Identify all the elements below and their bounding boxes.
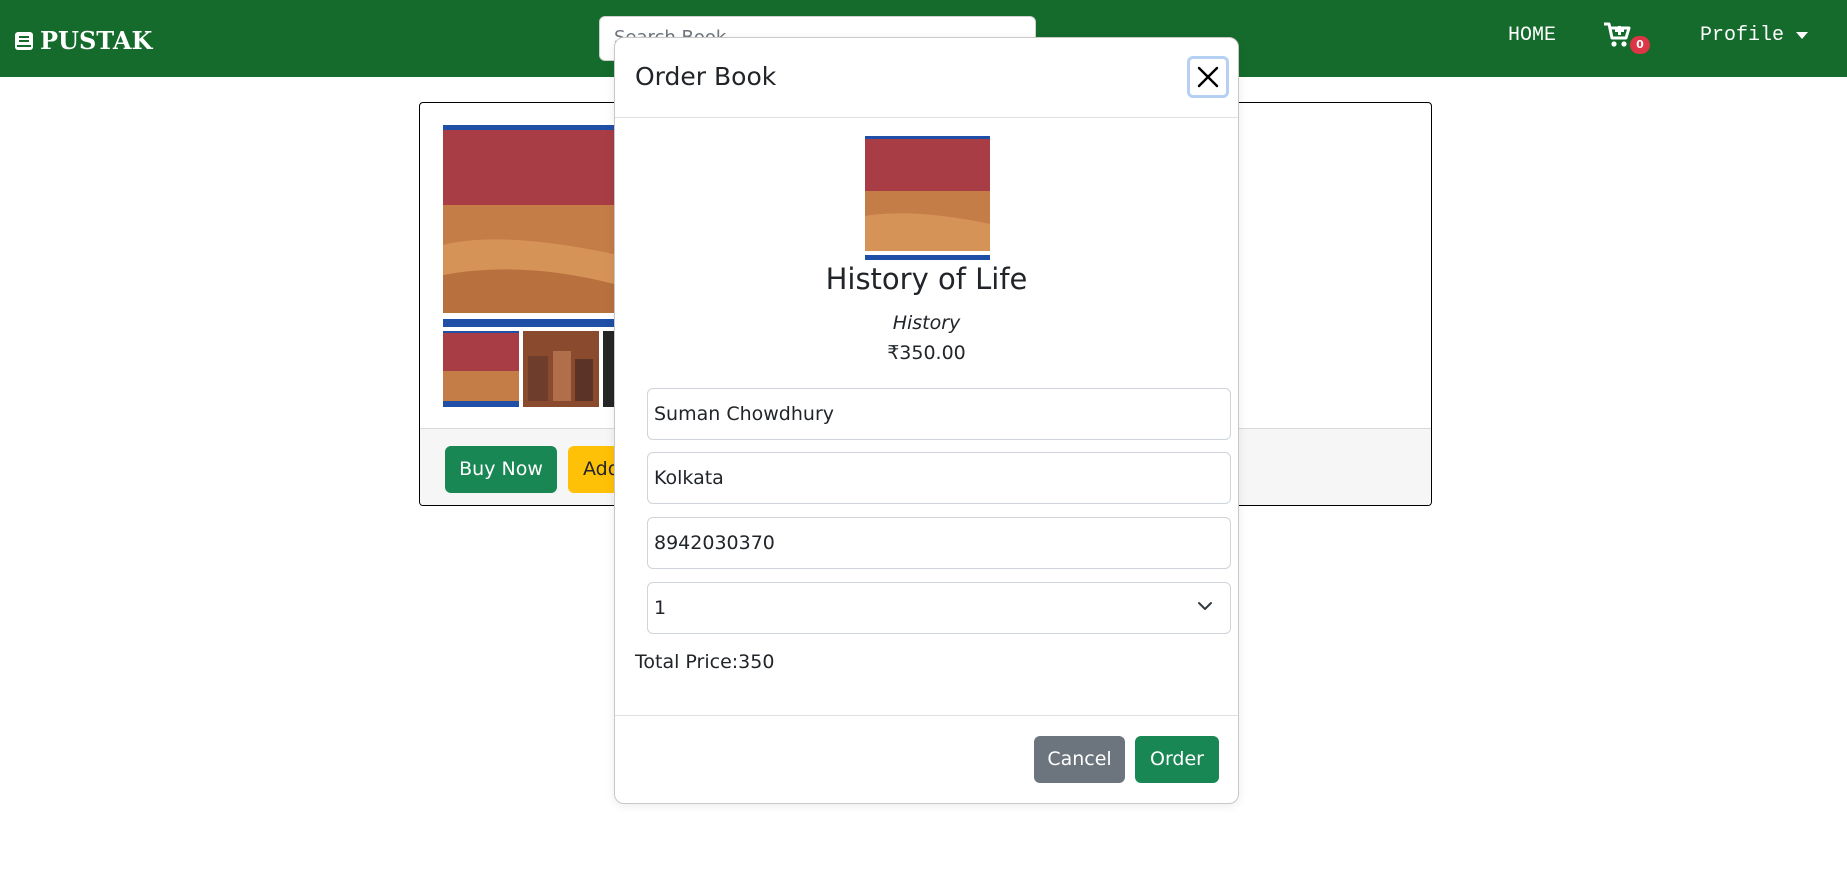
close-button[interactable] [1187,56,1229,98]
chevron-down-icon [1198,602,1212,610]
phone-input[interactable]: 8942030370 [647,517,1231,569]
total-price: Total Price:350 [635,651,775,673]
book-price: ₹350.00 [887,342,966,364]
cancel-button[interactable]: Cancel [1034,736,1125,783]
book-cover-image [865,136,990,260]
brand-logo[interactable]: PUSTAK [14,26,152,55]
modal-header: Order Book [615,38,1238,118]
book-icon [15,31,33,50]
cart-icon [1604,22,1631,47]
book-category: History [892,312,961,334]
close-icon [1197,66,1219,88]
cart-count-badge: 0 [1630,36,1650,54]
quantity-value: 1 [654,597,667,619]
book-title: History of Life [825,262,1028,296]
modal-footer: Cancel Order [615,715,1238,805]
cart-button[interactable]: 0 [1602,20,1650,56]
order-modal: Order Book History of Life History ₹350.… [614,37,1239,804]
caret-down-icon [1796,32,1809,39]
thumbnail-image[interactable] [523,331,599,407]
profile-label: Profile [1700,24,1785,47]
nav-home-link[interactable]: HOME [1508,24,1556,47]
buy-now-button[interactable]: Buy Now [445,446,557,493]
city-input[interactable]: Kolkata [647,452,1231,504]
profile-dropdown[interactable]: Profile [1700,24,1809,47]
name-input[interactable]: Suman Chowdhury [647,388,1231,440]
modal-title: Order Book [635,62,777,91]
thumbnail-image[interactable] [443,331,519,407]
brand-name: PUSTAK [40,26,153,55]
quantity-select[interactable]: 1 [647,582,1231,634]
book-cover-image[interactable] [443,125,618,327]
order-button[interactable]: Order [1135,736,1219,783]
